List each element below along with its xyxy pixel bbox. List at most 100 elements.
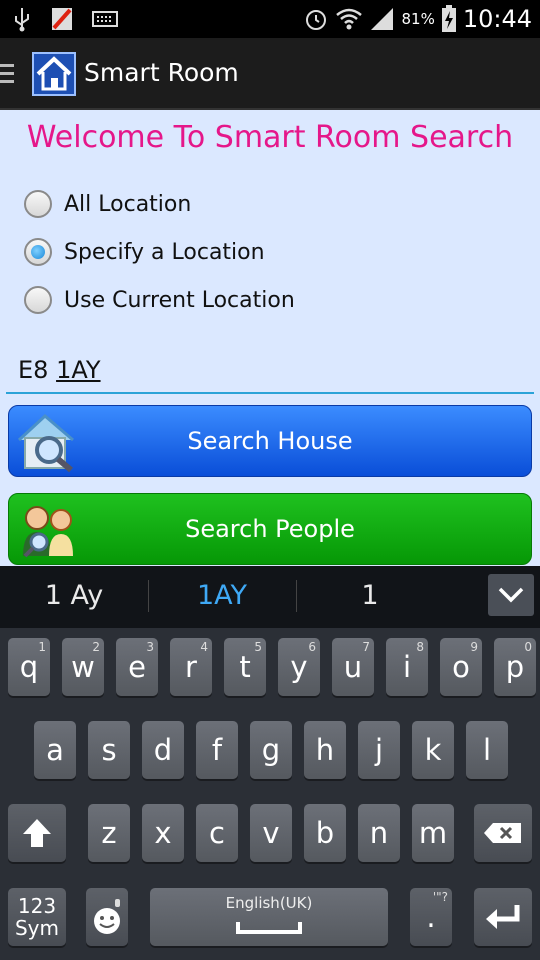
symbols-label-line-1: 123 bbox=[17, 894, 57, 918]
key-hint: 6 bbox=[308, 640, 316, 654]
people-search-icon bbox=[23, 506, 73, 558]
key-w[interactable]: 2w bbox=[62, 638, 104, 696]
key-hint: 4 bbox=[200, 640, 208, 654]
search-house-label: Search House bbox=[187, 427, 353, 455]
key-y[interactable]: 6y bbox=[278, 638, 320, 696]
period-key-label: . bbox=[426, 900, 436, 934]
key-label: p bbox=[505, 650, 525, 684]
key-label: w bbox=[71, 650, 95, 684]
no-sim-icon bbox=[52, 8, 72, 30]
symbols-label-line-2: Sym bbox=[14, 916, 59, 940]
chevron-down-icon bbox=[498, 587, 524, 603]
radio-button[interactable] bbox=[24, 238, 52, 266]
key-c[interactable]: c bbox=[196, 804, 238, 862]
location-input[interactable]: E8 1AY bbox=[6, 348, 534, 394]
key-m[interactable]: m bbox=[412, 804, 454, 862]
emoji-voice-key[interactable] bbox=[86, 888, 128, 946]
key-p[interactable]: 0p bbox=[494, 638, 536, 696]
key-label: t bbox=[239, 650, 251, 684]
key-s[interactable]: s bbox=[88, 721, 130, 779]
action-bar: Smart Room bbox=[0, 38, 540, 110]
search-house-button[interactable]: Search House bbox=[8, 405, 532, 477]
key-i[interactable]: 8i bbox=[386, 638, 428, 696]
key-f[interactable]: f bbox=[196, 721, 238, 779]
suggestion-2[interactable]: 1AY bbox=[148, 580, 296, 611]
key-hint: 9 bbox=[470, 640, 478, 654]
input-text-composing: 1AY bbox=[56, 356, 101, 384]
radio-all-location[interactable]: All Location bbox=[24, 190, 191, 218]
status-bar: 81% 10:44 bbox=[0, 0, 540, 38]
key-d[interactable]: d bbox=[142, 721, 184, 779]
space-key-language: English(UK) bbox=[225, 894, 313, 912]
key-u[interactable]: 7u bbox=[332, 638, 374, 696]
key-e[interactable]: 3e bbox=[116, 638, 158, 696]
radio-use-current-location[interactable]: Use Current Location bbox=[24, 286, 295, 314]
smiley-icon bbox=[94, 899, 120, 934]
signal-icon bbox=[371, 8, 394, 30]
radio-specify-location[interactable]: Specify a Location bbox=[24, 238, 265, 266]
key-label: r bbox=[185, 650, 197, 684]
radio-label: Use Current Location bbox=[64, 287, 295, 313]
wifi-icon bbox=[336, 8, 363, 30]
usb-icon bbox=[15, 8, 29, 32]
key-z[interactable]: z bbox=[88, 804, 130, 862]
key-k[interactable]: k bbox=[412, 721, 454, 779]
key-hint: 7 bbox=[362, 640, 370, 654]
shift-icon bbox=[23, 819, 51, 847]
suggestion-1[interactable]: 1 Ay bbox=[0, 580, 148, 611]
collapse-suggestions-button[interactable] bbox=[488, 574, 534, 616]
space-key[interactable]: English(UK) bbox=[150, 888, 388, 946]
clock: 10:44 bbox=[462, 5, 532, 33]
key-l[interactable]: l bbox=[466, 721, 508, 779]
radio-button[interactable] bbox=[24, 190, 52, 218]
key-hint: 2 bbox=[92, 640, 100, 654]
drawer-menu-icon[interactable] bbox=[0, 64, 14, 84]
key-hint: 8 bbox=[416, 640, 424, 654]
radio-label: Specify a Location bbox=[64, 239, 265, 265]
app-title: Smart Room bbox=[84, 58, 239, 87]
key-label: u bbox=[343, 650, 363, 684]
key-x[interactable]: x bbox=[142, 804, 184, 862]
search-form: Welcome To Smart Room Search All Locatio… bbox=[0, 110, 540, 566]
key-hint: 5 bbox=[254, 640, 262, 654]
search-people-button[interactable]: Search People bbox=[8, 493, 532, 565]
period-key[interactable]: '"? . bbox=[410, 888, 452, 946]
key-o[interactable]: 9o bbox=[440, 638, 482, 696]
house-search-icon bbox=[17, 413, 74, 473]
key-label: y bbox=[290, 650, 308, 684]
key-hint: 0 bbox=[524, 640, 532, 654]
suggestion-strip: 1 Ay 1AY 1 bbox=[0, 566, 540, 628]
radio-label: All Location bbox=[64, 191, 192, 217]
key-v[interactable]: v bbox=[250, 804, 292, 862]
key-g[interactable]: g bbox=[250, 721, 292, 779]
key-label: i bbox=[402, 650, 412, 684]
symbols-key[interactable]: 123 Sym bbox=[8, 888, 66, 946]
suggestion-3[interactable]: 1 bbox=[296, 580, 444, 611]
alarm-icon bbox=[306, 10, 327, 30]
key-a[interactable]: a bbox=[34, 721, 76, 779]
enter-icon bbox=[486, 905, 520, 929]
backspace-icon bbox=[484, 823, 521, 843]
radio-button[interactable] bbox=[24, 286, 52, 314]
key-label: o bbox=[452, 650, 470, 684]
key-r[interactable]: 4r bbox=[170, 638, 212, 696]
period-key-hint: '"? bbox=[432, 890, 448, 904]
battery-percent: 81% bbox=[401, 10, 435, 28]
backspace-key[interactable] bbox=[474, 804, 532, 862]
key-j[interactable]: j bbox=[358, 721, 400, 779]
key-q[interactable]: 1q bbox=[8, 638, 50, 696]
app-home-icon[interactable] bbox=[32, 52, 76, 96]
key-label: e bbox=[128, 650, 146, 684]
key-hint: 1 bbox=[38, 640, 46, 654]
enter-key[interactable] bbox=[474, 888, 532, 946]
key-t[interactable]: 5t bbox=[224, 638, 266, 696]
status-system: 81% 10:44 bbox=[303, 2, 532, 36]
search-people-label: Search People bbox=[185, 515, 355, 543]
status-notifications bbox=[12, 6, 118, 32]
welcome-heading: Welcome To Smart Room Search bbox=[26, 120, 514, 155]
key-h[interactable]: h bbox=[304, 721, 346, 779]
key-hint: 3 bbox=[146, 640, 154, 654]
shift-key[interactable] bbox=[8, 804, 66, 862]
key-b[interactable]: b bbox=[304, 804, 346, 862]
key-n[interactable]: n bbox=[358, 804, 400, 862]
